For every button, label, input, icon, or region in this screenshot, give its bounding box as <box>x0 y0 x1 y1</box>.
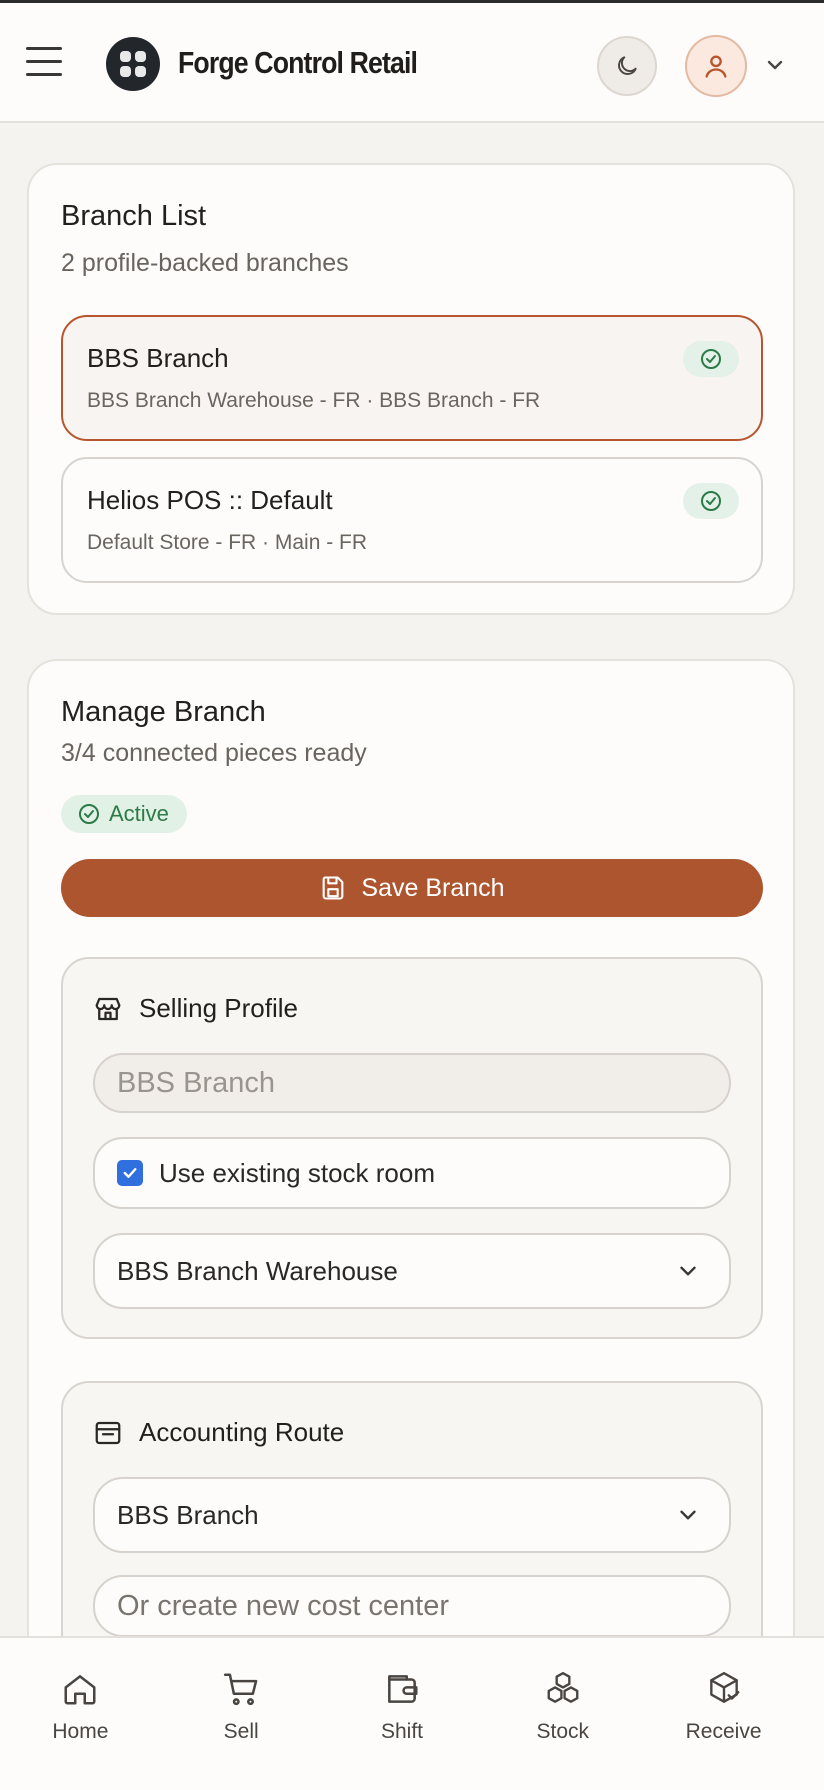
branch-meta: Default Store - FR · Main - FR <box>87 531 368 554</box>
chevron-down-icon <box>680 1510 696 1520</box>
warehouse-select[interactable]: BBS Branch Warehouse <box>93 1233 731 1309</box>
manage-branch-subtitle: 3/4 connected pieces ready <box>61 739 367 767</box>
selling-profile-header: Selling Profile <box>93 993 298 1024</box>
nav-item-home[interactable]: Home <box>0 1638 161 1790</box>
user-icon <box>705 55 727 78</box>
moon-icon <box>618 56 637 75</box>
nav-item-shift[interactable]: Shift <box>322 1638 483 1790</box>
status-label: Active <box>109 801 169 826</box>
nav-label-receive: Receive <box>685 1720 762 1743</box>
manage-branch-title: Manage Branch <box>61 696 266 728</box>
use-existing-stock-room-checkbox[interactable]: Use existing stock room <box>93 1137 731 1209</box>
cost-center-select[interactable]: BBS Branch <box>93 1477 731 1553</box>
chevron-down-icon[interactable] <box>763 55 787 75</box>
check-circle-icon <box>683 483 739 519</box>
home-icon <box>64 1675 96 1705</box>
nav-label-sell: Sell <box>223 1720 259 1743</box>
cart-icon <box>224 1673 258 1706</box>
new-cost-center-input[interactable]: Or create new cost center <box>93 1575 731 1637</box>
check-circle-icon <box>79 804 99 824</box>
accounting-route-header: Accounting Route <box>93 1417 344 1448</box>
selling-profile-section: Selling Profile BBS Branch Use existing … <box>61 957 763 1339</box>
user-menu-button[interactable] <box>685 35 747 97</box>
branch-name: BBS Branch <box>87 343 229 373</box>
new-cost-center-placeholder: Or create new cost center <box>117 1589 450 1622</box>
branch-item-helios[interactable]: Helios POS :: Default Default Store - FR… <box>61 457 763 583</box>
branch-name: Helios POS :: Default <box>87 485 333 515</box>
branch-list-card: Branch List 2 profile-backed branches BB… <box>27 163 795 615</box>
manage-branch-card: Manage Branch 3/4 connected pieces ready… <box>27 659 795 1719</box>
save-branch-button[interactable]: Save Branch <box>61 859 763 917</box>
profile-name-field[interactable]: BBS Branch <box>93 1053 731 1113</box>
cost-center-select-value: BBS Branch <box>117 1499 259 1530</box>
warehouse-select-value: BBS Branch Warehouse <box>117 1255 398 1286</box>
package-check-icon <box>709 1671 740 1703</box>
chevron-down-icon <box>680 1266 696 1276</box>
nav-label-home: Home <box>52 1720 109 1743</box>
nav-label-shift: Shift <box>380 1720 423 1743</box>
store-icon <box>95 997 121 1020</box>
branch-item-bbs[interactable]: BBS Branch BBS Branch Warehouse - FR · B… <box>61 315 763 441</box>
check-circle-icon <box>683 341 739 377</box>
checkbox-checked-icon[interactable] <box>117 1160 143 1186</box>
boxes-icon <box>547 1671 579 1703</box>
nav-item-sell[interactable]: Sell <box>161 1638 322 1790</box>
nav-item-stock[interactable]: Stock <box>482 1638 643 1790</box>
theme-toggle-button[interactable] <box>597 36 657 96</box>
save-icon <box>323 876 344 900</box>
nav-label-stock: Stock <box>536 1720 590 1743</box>
selling-profile-title: Selling Profile <box>139 993 298 1023</box>
branch-list-subtitle: 2 profile-backed branches <box>61 249 349 277</box>
app-header: Forge Control Retail <box>0 3 824 123</box>
hamburger-icon[interactable] <box>26 47 62 79</box>
archive-icon <box>95 1421 121 1444</box>
status-badge: Active <box>61 795 187 833</box>
app-brand-name: Forge Control Retail <box>178 45 418 80</box>
nav-item-receive[interactable]: Receive <box>643 1638 804 1790</box>
grid-logo-icon <box>106 37 160 91</box>
bottom-navigation: Home Sell Shift Stock Receive <box>0 1636 824 1790</box>
branch-meta: BBS Branch Warehouse - FR · BBS Branch -… <box>87 389 541 412</box>
save-branch-label: Save Branch <box>361 873 505 902</box>
accounting-route-title: Accounting Route <box>139 1417 345 1447</box>
wallet-icon <box>388 1675 418 1703</box>
checkbox-label: Use existing stock room <box>159 1157 435 1188</box>
branch-list-title: Branch List <box>61 200 207 232</box>
